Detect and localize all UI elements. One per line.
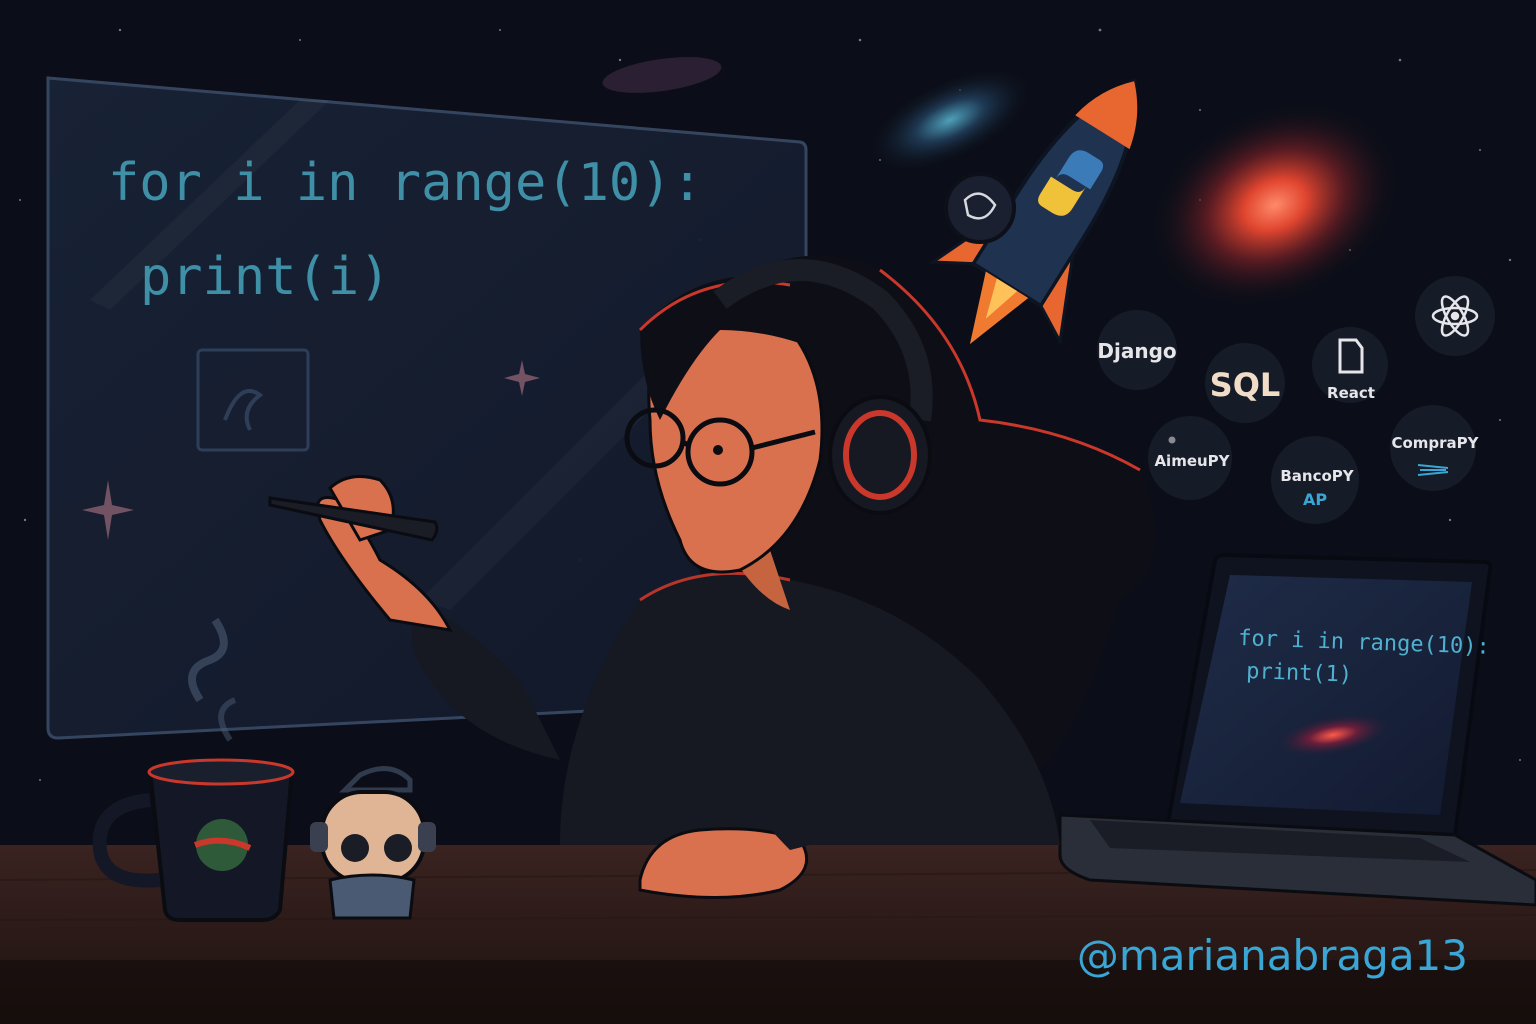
badge-bancopy: BancoPY AP [1271,436,1359,524]
svg-text:AP: AP [1303,490,1327,509]
badge-django: Django [1097,310,1177,390]
illustration-scene: for i in range(10): print(i) Django SQL … [0,28,1536,1024]
laptop [1058,552,1536,907]
python-badge-icon [944,172,1016,244]
board-code-line-2: print(i) [140,247,390,307]
badge-aimeupy: AimeuPY [1148,416,1232,500]
badge-atom [1415,276,1495,356]
svg-text:BancoPY: BancoPY [1280,467,1354,485]
svg-text:AimeuPY: AimeuPY [1154,452,1230,470]
small-galaxy [602,57,722,93]
svg-text:SQL: SQL [1210,366,1281,404]
laptop-code-line-2: print(1) [1246,659,1353,688]
svg-text:CompraPY: CompraPY [1391,434,1479,452]
red-galaxy [1150,102,1400,308]
social-handle: @marianabraga13 [1077,931,1468,980]
svg-text:React: React [1327,384,1375,402]
badge-sql: SQL [1205,343,1285,423]
badge-react: React [1312,327,1388,403]
blue-galaxy [866,67,1034,173]
svg-text:Django: Django [1097,339,1176,363]
badge-comprapy: CompraPY [1390,405,1480,491]
board-code-line-1: for i in range(10): [108,153,703,213]
